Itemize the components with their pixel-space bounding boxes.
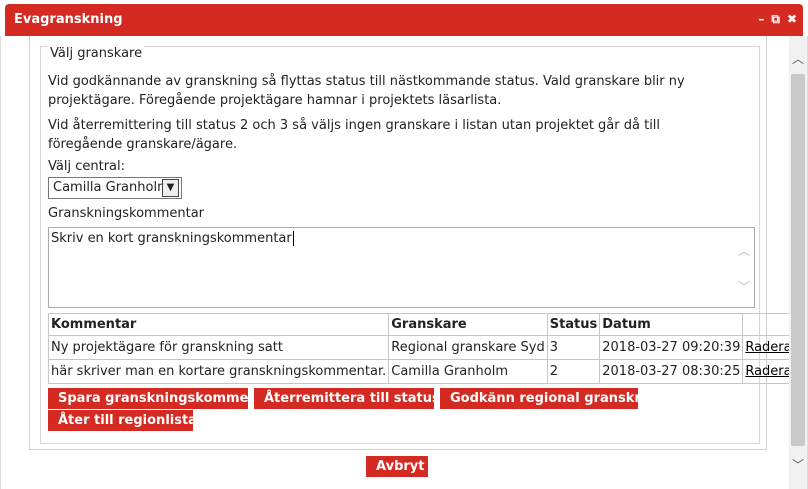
cell-action: Radera	[742, 335, 795, 360]
save-comment-button[interactable]: Spara granskningskommentar	[48, 388, 279, 409]
return-status-button[interactable]: Återremittera till status 2	[254, 388, 453, 409]
col-header-kommentar: Kommentar	[47, 313, 390, 336]
central-select[interactable]: Camilla Granholm ▼	[48, 177, 182, 199]
comment-textarea[interactable]: Skriv en kort granskningskommentar ︿ ﹀	[48, 227, 755, 308]
col-header-datum: Datum	[599, 313, 744, 336]
chevron-down-icon[interactable]: ▼	[162, 179, 179, 197]
col-header-granskare: Granskare	[388, 313, 548, 336]
fieldset-legend: Välj granskare	[48, 46, 145, 61]
approve-review-button[interactable]: Godkänn regional granskning	[440, 388, 667, 409]
cell-granskare: Regional granskare Syd	[388, 335, 548, 360]
approval-info-text: Vid godkännande av granskning så flyttas…	[48, 74, 685, 108]
textarea-scroll-down-icon[interactable]: ﹀	[738, 278, 750, 295]
textarea-scroll-up-icon[interactable]: ︿	[738, 242, 750, 259]
scroll-down-icon[interactable]: ﹀	[789, 456, 807, 474]
col-header-status: Status	[546, 313, 601, 336]
scrollbar-thumb[interactable]	[791, 74, 805, 446]
cell-datum: 2018-03-27 08:30:25	[599, 359, 744, 384]
delete-link[interactable]: Radera	[745, 364, 791, 379]
dialog-titlebar: Evagranskning – ⧉ ✖	[5, 4, 803, 36]
comment-label: Granskningskommentar	[48, 206, 205, 221]
scrollbar[interactable]: ︿ ﹀	[789, 36, 807, 489]
cell-action: Radera	[742, 359, 795, 384]
scroll-up-icon[interactable]: ︿	[789, 50, 807, 68]
cell-kommentar: här skriver man en kortare granskningsko…	[47, 359, 390, 384]
table-header-row: Kommentar Granskare Status Datum	[47, 313, 795, 336]
minimize-icon[interactable]: –	[758, 11, 764, 27]
table-row: här skriver man en kortare granskningsko…	[47, 359, 795, 384]
cancel-button[interactable]: Avbryt	[366, 456, 428, 477]
comment-text: Skriv en kort granskningskommentar	[51, 231, 292, 246]
dialog-title: Evagranskning	[14, 12, 123, 27]
cell-status: 2	[546, 359, 601, 384]
cell-status: 3	[546, 335, 601, 360]
col-header-action	[742, 313, 795, 336]
delete-link[interactable]: Radera	[745, 340, 791, 355]
popout-icon[interactable]: ⧉	[771, 11, 780, 27]
central-select-value: Camilla Granholm	[53, 180, 170, 195]
central-select-label: Välj central:	[48, 159, 125, 174]
dialog-body: Välj granskare Vid godkännande av gransk…	[0, 36, 808, 489]
comments-table: Kommentar Granskare Status Datum Ny proj…	[47, 313, 795, 384]
return-info-text: Vid återremittering till status 2 och 3 …	[48, 118, 661, 152]
close-icon[interactable]: ✖	[787, 11, 797, 27]
cell-granskare: Camilla Granholm	[388, 359, 548, 384]
cell-datum: 2018-03-27 09:20:39	[599, 335, 744, 360]
table-row: Ny projektägare för granskning satt Regi…	[47, 335, 795, 360]
cell-kommentar: Ny projektägare för granskning satt	[47, 335, 390, 360]
back-to-region-list-button[interactable]: Åter till regionlistan	[48, 410, 206, 431]
window-controls: – ⧉ ✖	[758, 11, 797, 27]
